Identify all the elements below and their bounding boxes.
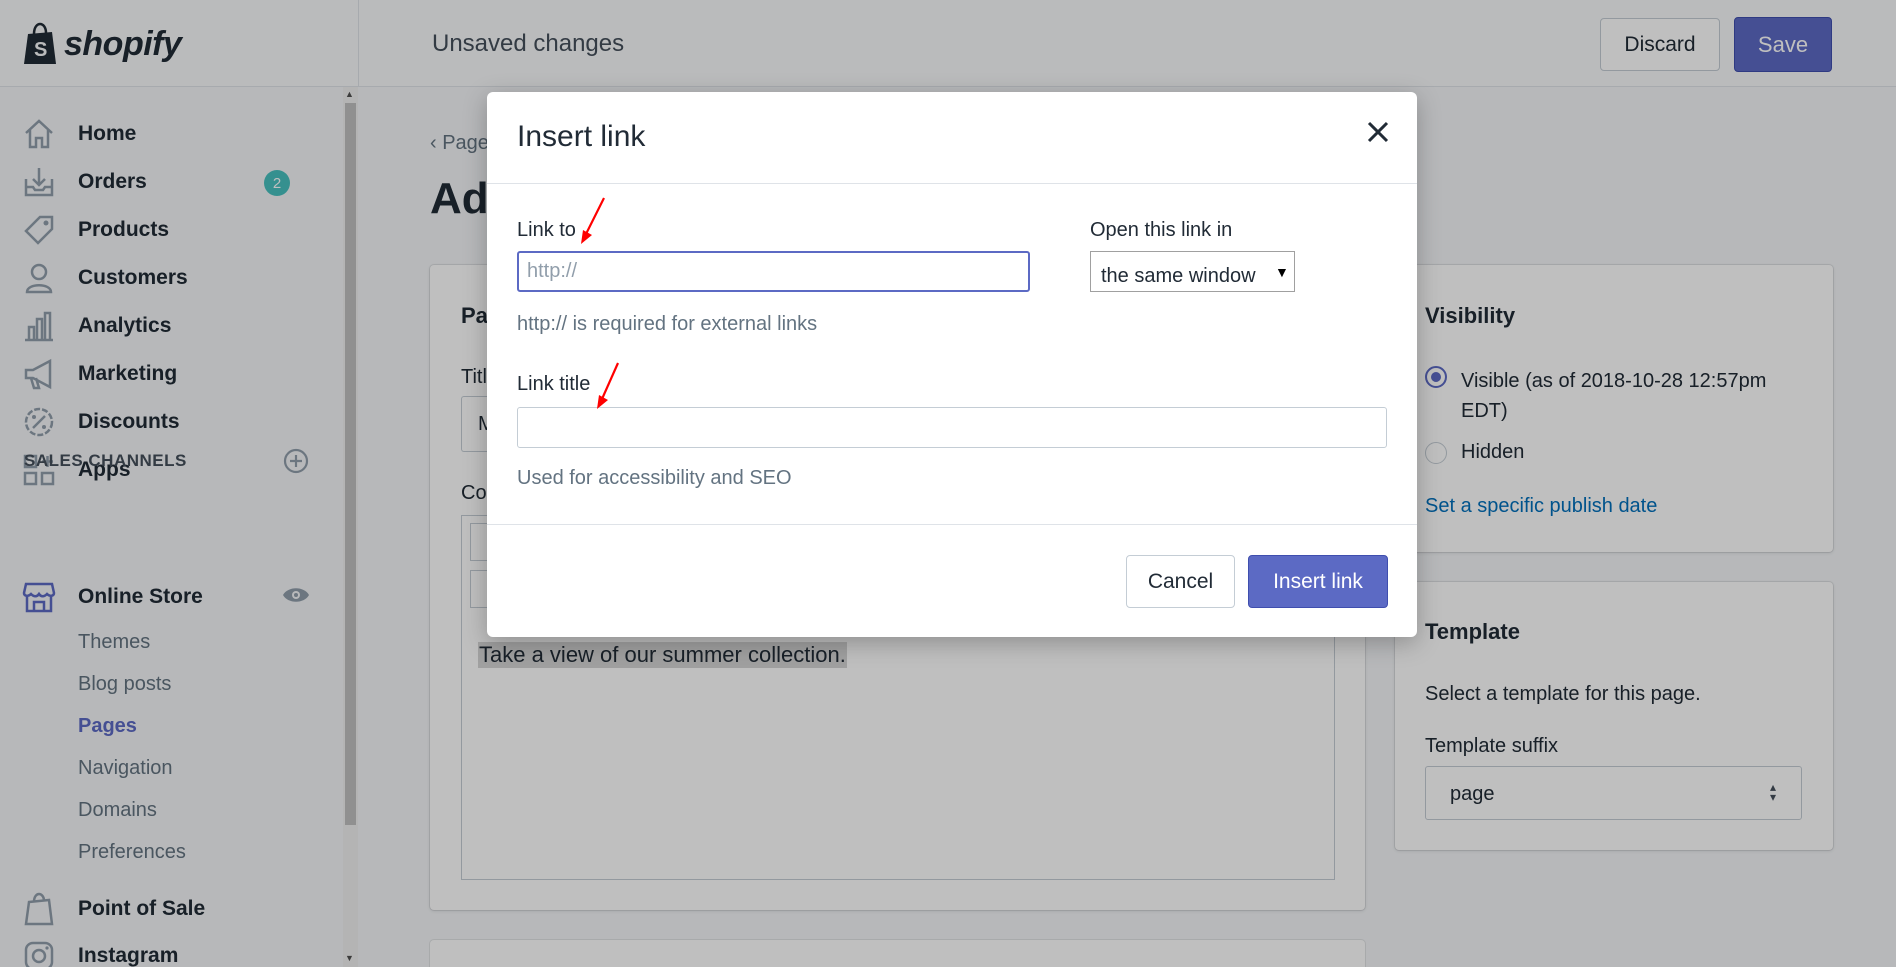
close-icon[interactable] <box>1363 117 1393 147</box>
link-to-input[interactable] <box>517 251 1030 292</box>
link-title-help-text: Used for accessibility and SEO <box>517 467 792 489</box>
open-link-in-label: Open this link in <box>1090 219 1233 241</box>
link-title-label: Link title <box>517 373 591 395</box>
insert-link-button[interactable]: Insert link <box>1248 555 1388 608</box>
modal-title: Insert link <box>517 120 646 153</box>
annotation-arrow-icon <box>581 197 605 244</box>
dropdown-caret-icon: ▼ <box>1275 264 1289 280</box>
link-title-input[interactable] <box>517 407 1387 448</box>
annotation-arrow-icon <box>597 362 620 409</box>
link-to-help-text: http:// is required for external links <box>517 313 818 335</box>
link-to-label: Link to <box>517 219 576 241</box>
modal-header-divider <box>487 183 1417 184</box>
cancel-button[interactable]: Cancel <box>1126 555 1235 608</box>
open-link-in-select[interactable]: the same window <box>1090 251 1295 292</box>
modal-footer-divider <box>487 524 1417 525</box>
